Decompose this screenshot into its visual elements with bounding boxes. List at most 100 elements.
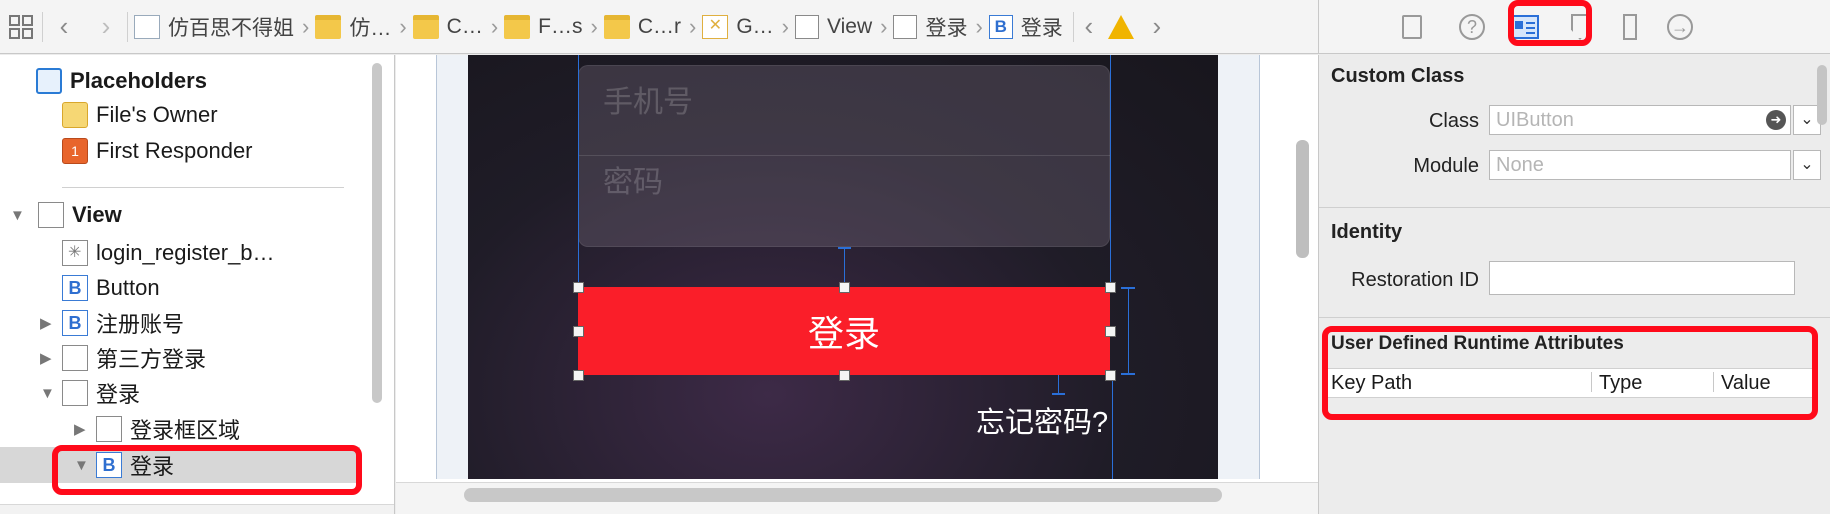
constraint-cap bbox=[838, 247, 851, 249]
resize-handle[interactable] bbox=[1105, 282, 1116, 293]
breadcrumb-login-button[interactable]: B 登录 bbox=[983, 0, 1063, 54]
outline-label: File's Owner bbox=[96, 102, 218, 127]
warning-icon[interactable] bbox=[1107, 14, 1134, 39]
outline-item-register[interactable]: ▶ B 注册账号 bbox=[40, 305, 394, 341]
breadcrumb-folder-1[interactable]: 仿… › bbox=[309, 0, 407, 54]
disclosure-open-icon[interactable]: ▼ bbox=[40, 385, 58, 402]
separator bbox=[62, 187, 344, 188]
chevron-right-icon: › bbox=[688, 13, 697, 39]
folder-icon bbox=[412, 14, 439, 39]
next-issue-icon[interactable]: › bbox=[1142, 0, 1172, 54]
chevron-right-icon: › bbox=[490, 13, 499, 39]
constraint-cap bbox=[1121, 373, 1135, 375]
outline-item-button[interactable]: B Button bbox=[62, 270, 394, 306]
device-view[interactable]: 手机号 密码 登录 忘记密码? bbox=[468, 55, 1218, 479]
view-icon bbox=[794, 14, 819, 39]
resize-handle[interactable] bbox=[839, 282, 850, 293]
arrow-right-circle-icon: → bbox=[1667, 14, 1693, 40]
vertical-scrollbar[interactable] bbox=[1296, 140, 1309, 258]
restoration-id-input[interactable] bbox=[1489, 261, 1795, 295]
horizontal-scrollbar[interactable] bbox=[464, 488, 1222, 502]
cube-icon bbox=[36, 68, 62, 94]
resize-handle[interactable] bbox=[839, 370, 850, 381]
outline-placeholders[interactable]: Placeholders bbox=[36, 63, 394, 99]
view-icon bbox=[62, 380, 88, 406]
disclosure-closed-icon[interactable]: ▶ bbox=[74, 420, 92, 438]
resize-handle[interactable] bbox=[573, 282, 584, 293]
outline-first-responder[interactable]: 1 First Responder bbox=[62, 133, 394, 169]
outline-item-login-area[interactable]: ▶ 登录框区域 bbox=[74, 411, 394, 447]
view-icon bbox=[96, 416, 122, 442]
module-label: Module bbox=[1413, 155, 1479, 177]
view-icon bbox=[38, 202, 64, 228]
breadcrumb-project[interactable]: 仿百思不得姐 › bbox=[128, 0, 309, 54]
outline-files-owner[interactable]: File's Owner bbox=[62, 97, 394, 133]
related-items-icon[interactable] bbox=[0, 0, 42, 54]
disclosure-closed-icon[interactable]: ▶ bbox=[40, 349, 58, 367]
document-outline: Placeholders File's Owner 1 First Respon… bbox=[0, 55, 395, 514]
constraint-line bbox=[844, 247, 845, 287]
folder-icon bbox=[315, 14, 342, 39]
breadcrumb-folder-4[interactable]: C…r › bbox=[598, 0, 697, 54]
password-field[interactable]: 密码 bbox=[603, 157, 663, 201]
interface-canvas: 手机号 密码 登录 忘记密码? bbox=[396, 55, 1318, 514]
outline-item-image[interactable]: login_register_b… bbox=[62, 235, 394, 271]
project-icon bbox=[134, 14, 160, 39]
resize-handle[interactable] bbox=[1105, 326, 1116, 337]
forgot-password-button[interactable]: 忘记密码? bbox=[976, 399, 1108, 441]
image-view-icon bbox=[62, 240, 88, 266]
login-button[interactable]: 登录 bbox=[578, 287, 1110, 375]
outline-label: View bbox=[72, 202, 122, 227]
forward-icon[interactable]: › bbox=[85, 0, 127, 54]
folder-icon bbox=[504, 14, 531, 39]
breadcrumb-folder-3[interactable]: F…s › bbox=[498, 0, 598, 54]
chevron-right-icon: › bbox=[399, 13, 407, 39]
previous-issue-icon[interactable]: ‹ bbox=[1074, 0, 1104, 54]
custom-class-title: Custom Class bbox=[1331, 65, 1465, 87]
vertical-scrollbar[interactable] bbox=[372, 63, 382, 403]
breadcrumb-folder-2[interactable]: C… › bbox=[407, 0, 499, 54]
phone-field[interactable]: 手机号 bbox=[603, 77, 693, 121]
constraint-line bbox=[578, 55, 579, 287]
restoration-id-label: Restoration ID bbox=[1351, 269, 1479, 291]
button-icon: B bbox=[62, 275, 88, 301]
go-to-class-icon[interactable]: ➜ bbox=[1766, 110, 1786, 130]
outline-item-login[interactable]: ▼ 登录 bbox=[40, 375, 394, 411]
constraint-line bbox=[1058, 375, 1059, 395]
outline-item-third-party[interactable]: ▶ 第三方登录 bbox=[40, 340, 394, 376]
breadcrumb-view[interactable]: View › bbox=[789, 0, 887, 54]
outline-label: 登录框区域 bbox=[130, 418, 241, 443]
jump-bar: ‹ › 仿百思不得姐 › 仿… › C… › F…s › C…r › ✕ G… … bbox=[0, 0, 1318, 54]
resize-handle[interactable] bbox=[573, 370, 584, 381]
vertical-scrollbar[interactable] bbox=[1817, 65, 1827, 125]
disclosure-closed-icon[interactable]: ▶ bbox=[40, 314, 58, 332]
folder-icon bbox=[603, 14, 630, 39]
breadcrumb-login-view[interactable]: 登录 › bbox=[887, 0, 983, 54]
outline-label: 第三方登录 bbox=[96, 347, 207, 372]
file-inspector-tab[interactable] bbox=[1397, 12, 1427, 42]
resize-handle[interactable] bbox=[1105, 370, 1116, 381]
module-field[interactable]: None bbox=[1489, 150, 1791, 180]
identity-inspector: Custom Class Class UIButton ➜ ⌄ Module N… bbox=[1318, 55, 1830, 514]
chevron-down-icon[interactable]: ⌄ bbox=[1793, 150, 1821, 180]
breadcrumb-label: C… bbox=[446, 14, 483, 38]
outline-view[interactable]: ▼ View bbox=[10, 197, 380, 233]
breadcrumb-label: 登录 bbox=[925, 16, 968, 40]
back-icon[interactable]: ‹ bbox=[43, 0, 85, 54]
connections-inspector-tab[interactable]: → bbox=[1665, 12, 1695, 42]
chevron-right-icon: › bbox=[302, 13, 310, 39]
breadcrumb-xib[interactable]: ✕ G… › bbox=[696, 0, 789, 54]
resize-handle[interactable] bbox=[573, 326, 584, 337]
module-value: None bbox=[1496, 154, 1544, 176]
outline-label: Placeholders bbox=[70, 68, 207, 93]
size-inspector-tab[interactable] bbox=[1615, 12, 1645, 42]
outline-label: login_register_b… bbox=[96, 240, 275, 265]
disclosure-open-icon[interactable]: ▼ bbox=[10, 207, 28, 224]
class-field[interactable]: UIButton ➜ bbox=[1489, 105, 1791, 135]
files-owner-icon bbox=[62, 102, 88, 128]
highlight-box bbox=[1508, 0, 1592, 46]
breadcrumb-label: 登录 bbox=[1020, 16, 1063, 40]
quick-help-tab[interactable]: ? bbox=[1457, 12, 1487, 42]
breadcrumb-label: 仿… bbox=[349, 16, 392, 40]
horizontal-scrollbar[interactable] bbox=[0, 504, 394, 514]
